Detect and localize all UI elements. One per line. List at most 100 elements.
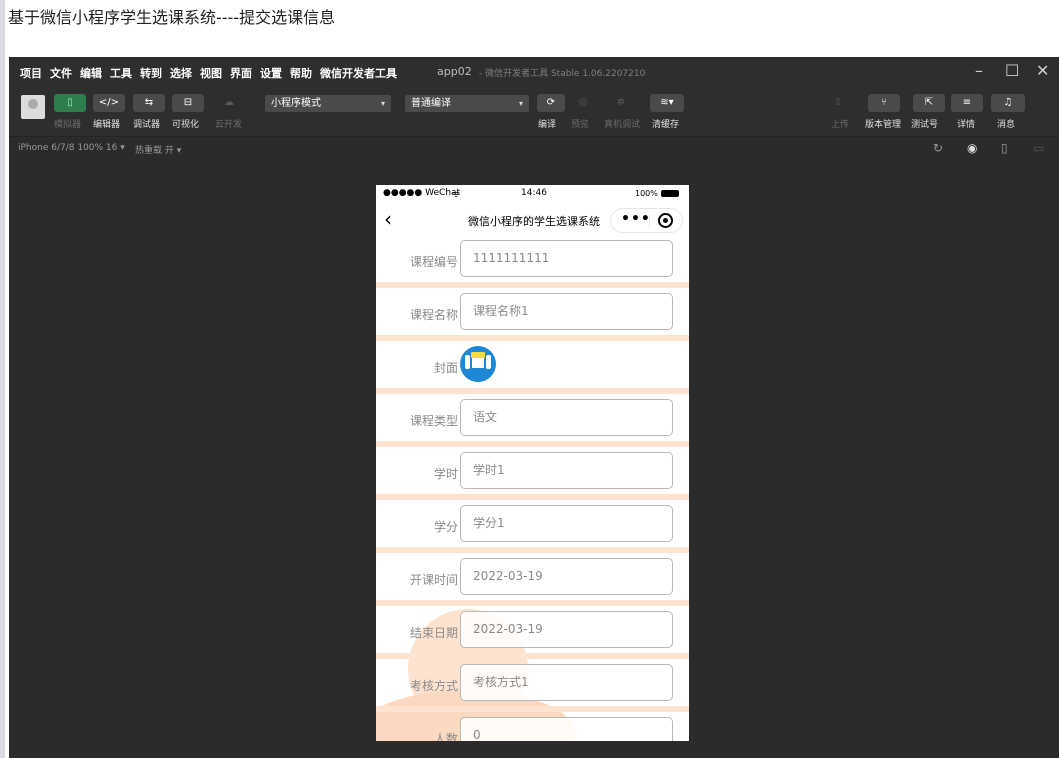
form-row-end-date: 结束日期 2022-03-19 xyxy=(376,606,689,659)
course-name-input[interactable]: 课程名称1 xyxy=(460,293,673,330)
clear-cache-label: 清缓存 xyxy=(652,120,680,130)
remote-debug-button[interactable]: ✲ xyxy=(607,94,635,112)
preview-button[interactable]: ◎ xyxy=(569,94,597,112)
battery-icon xyxy=(661,190,679,197)
toolbar: ▯ 模拟器 </> 编辑器 ⇆ 调试器 ⊟ 可视化 ☁ 云开发 小程序模式 ▾ … xyxy=(9,87,1059,137)
hours-label: 学时 xyxy=(433,467,458,481)
compile-label: 编译 xyxy=(538,120,557,130)
messages-label: 消息 xyxy=(997,120,1016,130)
cover-label: 封面 xyxy=(433,361,458,375)
course-id-label: 课程编号 xyxy=(409,255,458,269)
menu-project[interactable]: 项目 xyxy=(20,65,42,81)
close-icon[interactable]: ✕ xyxy=(1036,61,1049,80)
devtools-window: 项目 文件 编辑 工具 转到 选择 视图 界面 设置 帮助 微信开发者工具 ap… xyxy=(9,57,1059,758)
page-left-bar xyxy=(0,0,5,758)
version-button[interactable]: ⑂ xyxy=(868,94,900,112)
menu-goto[interactable]: 转到 xyxy=(140,65,162,81)
app-name: app02 xyxy=(437,65,472,78)
form-row-credits: 学分 学分1 xyxy=(376,500,689,553)
device-select[interactable]: iPhone 6/7/8 100% 16 ▾ xyxy=(18,143,125,153)
share-icon: ⇱ xyxy=(924,97,934,108)
ios-status-bar: ●●●●● WeChat ᯤ 14:46 100% xyxy=(376,185,689,203)
compile-select-value: 普通编译 xyxy=(411,98,451,109)
wifi-icon: ᯤ xyxy=(452,190,461,200)
visual-toggle-button[interactable]: ⊟ xyxy=(172,94,204,112)
start-date-picker[interactable]: 2022-03-19 xyxy=(460,558,673,595)
form-row-course-id: 课程编号 1111111111 xyxy=(376,235,689,288)
menu-view[interactable]: 视图 xyxy=(200,65,222,81)
upload-button[interactable]: ⇪ xyxy=(824,94,852,112)
form-row-hours: 学时 学时1 xyxy=(376,447,689,500)
form-row-course-name: 课程名称 课程名称1 xyxy=(376,288,689,341)
course-type-input[interactable]: 语文 xyxy=(460,399,673,436)
record-icon[interactable]: ◉ xyxy=(967,141,977,155)
phone-icon: ▯ xyxy=(67,97,73,108)
simulator-statusbar: iPhone 6/7/8 100% 16 ▾ 热重载 开 ▾ ↻ ◉ ▯ ▭ xyxy=(9,138,1059,158)
credits-label: 学分 xyxy=(433,520,458,534)
simulator-label: 模拟器 xyxy=(54,120,82,130)
cloud-dev-label: 云开发 xyxy=(215,120,243,130)
test-account-label: 测试号 xyxy=(911,120,939,130)
form-row-start-date: 开课时间 2022-03-19 xyxy=(376,553,689,606)
form-row-course-type: 课程类型 语文 xyxy=(376,394,689,447)
next-input[interactable]: 0 xyxy=(460,717,673,741)
menu-settings[interactable]: 设置 xyxy=(260,65,282,81)
capsule-menu: ••• xyxy=(610,208,683,233)
cloud-dev-button[interactable]: ☁ xyxy=(213,94,245,112)
course-id-input[interactable]: 1111111111 xyxy=(460,240,673,277)
close-mini-program-icon[interactable] xyxy=(658,213,673,228)
chevron-down-icon: ▾ xyxy=(518,99,523,108)
hours-input[interactable]: 学时1 xyxy=(460,452,673,489)
window-icon[interactable]: ▭ xyxy=(1033,141,1044,155)
capsule-divider xyxy=(649,215,650,227)
cover-image[interactable] xyxy=(460,346,496,382)
compile-button[interactable]: ⟳ xyxy=(537,94,565,112)
messages-button[interactable]: ♫ xyxy=(991,94,1025,112)
version-label: 版本管理 xyxy=(865,120,902,130)
visual-label: 可视化 xyxy=(172,120,200,130)
menu-select[interactable]: 选择 xyxy=(170,65,192,81)
person-icon xyxy=(465,355,470,369)
device-icon[interactable]: ▯ xyxy=(1001,141,1008,155)
menu-tools[interactable]: 工具 xyxy=(110,65,132,81)
remote-debug-label: 真机调试 xyxy=(604,120,641,130)
menu-help[interactable]: 帮助 xyxy=(290,65,312,81)
compile-select[interactable]: 普通编译 ▾ xyxy=(405,95,529,112)
upload-icon: ⇪ xyxy=(833,97,843,108)
menu-interface[interactable]: 界面 xyxy=(230,65,252,81)
nav-title: 微信小程序的学生选课系统 xyxy=(468,215,600,228)
course-type-label: 课程类型 xyxy=(409,414,458,428)
assessment-input[interactable]: 考核方式1 xyxy=(460,664,673,701)
menubar: 项目 文件 编辑 工具 转到 选择 视图 界面 设置 帮助 微信开发者工具 ap… xyxy=(9,57,1059,87)
end-date-picker[interactable]: 2022-03-19 xyxy=(460,611,673,648)
details-label: 详情 xyxy=(957,120,976,130)
debugger-label: 调试器 xyxy=(133,120,161,130)
menu-edit[interactable]: 编辑 xyxy=(80,65,102,81)
minimize-icon[interactable]: – xyxy=(975,61,983,80)
editor-label: 编辑器 xyxy=(93,120,121,130)
rotate-icon[interactable]: ↻ xyxy=(933,141,943,155)
course-form[interactable]: 课程编号 1111111111 课程名称 课程名称1 封面 课程类型 语文 学时… xyxy=(376,235,689,741)
menu-file[interactable]: 文件 xyxy=(50,65,72,81)
phone-simulator: ●●●●● WeChat ᯤ 14:46 100% ‹ 微信小程序的学生选课系统… xyxy=(376,185,689,741)
simulator-toggle-button[interactable]: ▯ xyxy=(54,94,86,112)
more-icon[interactable]: ••• xyxy=(621,211,651,227)
clear-cache-button[interactable]: ≋▾ xyxy=(650,94,684,112)
avatar[interactable] xyxy=(21,95,45,119)
menu-wechat-devtools[interactable]: 微信开发者工具 xyxy=(320,65,397,81)
test-account-button[interactable]: ⇱ xyxy=(913,94,945,112)
back-icon[interactable]: ‹ xyxy=(384,207,392,231)
details-button[interactable]: ≡ xyxy=(951,94,983,112)
editor-toggle-button[interactable]: </> xyxy=(93,94,125,112)
hot-reload-toggle[interactable]: 热重载 开 ▾ xyxy=(135,143,181,156)
maximize-icon[interactable]: ☐ xyxy=(1005,61,1019,80)
debugger-toggle-button[interactable]: ⇆ xyxy=(133,94,165,112)
branch-icon: ⑂ xyxy=(881,97,887,108)
form-row-cover: 封面 xyxy=(376,341,689,394)
form-row-assessment: 考核方式 考核方式1 xyxy=(376,659,689,712)
mode-select[interactable]: 小程序模式 ▾ xyxy=(265,95,391,112)
credits-input[interactable]: 学分1 xyxy=(460,505,673,542)
person-icon xyxy=(486,355,491,369)
visual-icon: ⊟ xyxy=(183,97,193,108)
upload-label: 上传 xyxy=(831,120,850,130)
